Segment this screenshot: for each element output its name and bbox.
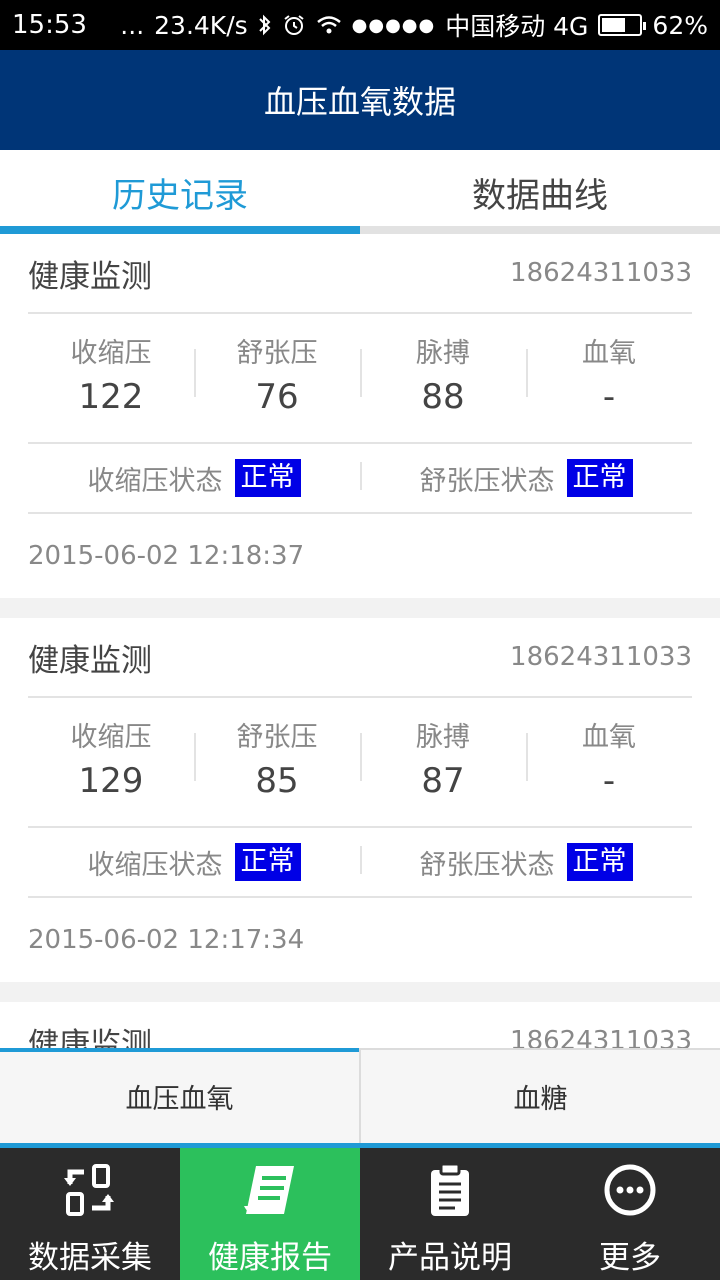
nav-label: 产品说明 [388, 1240, 512, 1276]
metric-value: 122 [78, 377, 144, 417]
nav-health-report[interactable]: 健康报告 [180, 1148, 360, 1280]
battery-icon [598, 14, 647, 36]
alarm-icon [282, 13, 306, 37]
record-phone: 18624311033 [510, 642, 692, 672]
metric-pulse: 脉搏 88 [360, 335, 526, 421]
data-collect-icon [60, 1160, 120, 1220]
metric-diastolic: 舒张压 76 [194, 335, 360, 421]
subtab-label: 血糖 [513, 1084, 568, 1115]
nav-label: 数据采集 [28, 1240, 152, 1276]
subtab-blood-pressure-oxygen[interactable]: 血压血氧 [0, 1048, 359, 1143]
metric-value: - [602, 377, 616, 417]
nav-product-manual[interactable]: 产品说明 [360, 1148, 540, 1280]
tab-history-label: 历史记录 [112, 175, 248, 216]
wifi-icon [316, 14, 342, 36]
record-title: 健康监测 [28, 1026, 152, 1049]
record-timestamp: 2015-06-02 12:18:37 [28, 541, 305, 571]
bluetooth-icon [258, 13, 272, 37]
metric-systolic: 收缩压 129 [28, 719, 194, 805]
systolic-status: 收缩压状态 正常 [28, 459, 360, 498]
record-card[interactable]: 健康监测 18624311033 [0, 1002, 720, 1048]
metric-label: 收缩压 [70, 722, 152, 753]
status-label: 收缩压状态 [87, 465, 223, 497]
metric-label: 舒张压 [236, 722, 318, 753]
record-header: 健康监测 18624311033 [28, 234, 692, 314]
status-badge: 正常 [566, 843, 633, 881]
metric-systolic: 收缩压 122 [28, 335, 194, 421]
subtab-label: 血压血氧 [125, 1084, 234, 1115]
product-manual-icon [420, 1160, 480, 1220]
metric-value: 85 [255, 761, 299, 801]
metric-value: - [602, 761, 616, 801]
nav-data-collect[interactable]: 数据采集 [0, 1148, 180, 1280]
status-label: 收缩压状态 [87, 849, 223, 881]
nav-more[interactable]: 更多 [540, 1148, 720, 1280]
metric-value: 88 [421, 377, 465, 417]
record-timestamp: 2015-06-02 12:17:34 [28, 925, 305, 955]
battery-fill [602, 18, 625, 32]
record-phone: 18624311033 [510, 258, 692, 288]
metric-oxygen: 血氧 - [526, 719, 692, 805]
record-metrics: 收缩压 129 舒张压 85 脉搏 87 血氧 - [28, 698, 692, 828]
diastolic-status: 舒张压状态 正常 [360, 459, 692, 498]
status-bar: 15:53 ... 23.4K/s ●●●●● 中国移动 4G 62% [0, 0, 720, 50]
more-icon [600, 1160, 660, 1220]
network-speed: 23.4K/s [154, 10, 248, 40]
status-badge: 正常 [566, 459, 633, 497]
record-status-row: 收缩压状态 正常 舒张压状态 正常 [28, 444, 692, 514]
status-time: 15:53 [12, 10, 87, 40]
top-tabs: 历史记录 数据曲线 [0, 150, 720, 234]
metric-value: 87 [421, 761, 465, 801]
carrier-name: 中国移动 4G [445, 12, 589, 41]
record-status-row: 收缩压状态 正常 舒张压状态 正常 [28, 828, 692, 898]
status-badge: 正常 [234, 459, 301, 497]
subtab-blood-sugar[interactable]: 血糖 [359, 1050, 720, 1143]
systolic-status: 收缩压状态 正常 [28, 843, 360, 882]
signal-strength: ●●●●● [351, 14, 436, 36]
metric-value: 76 [255, 377, 299, 417]
category-tabs: 血压血氧 血糖 [0, 1048, 720, 1148]
more-dots: ... [120, 10, 145, 40]
metric-pulse: 脉搏 87 [360, 719, 526, 805]
app-header: 血压血氧数据 [0, 50, 720, 150]
nav-label: 健康报告 [208, 1240, 332, 1276]
metric-label: 舒张压 [236, 338, 318, 369]
diastolic-status: 舒张压状态 正常 [360, 843, 692, 882]
page-title: 血压血氧数据 [263, 83, 456, 121]
metric-value: 129 [78, 761, 144, 801]
record-metrics: 收缩压 122 舒张压 76 脉搏 88 血氧 - [28, 314, 692, 444]
metric-label: 收缩压 [70, 338, 152, 369]
record-header: 健康监测 18624311033 [28, 618, 692, 698]
status-label: 舒张压状态 [419, 465, 555, 497]
nav-label: 更多 [599, 1240, 661, 1276]
battery-percent: 62% [652, 10, 708, 40]
metric-label: 脉搏 [416, 722, 470, 753]
metric-label: 脉搏 [416, 338, 470, 369]
status-label: 舒张压状态 [419, 849, 555, 881]
record-phone: 18624311033 [510, 1026, 692, 1048]
record-title: 健康监测 [28, 642, 152, 679]
status-indicators: ... 23.4K/s ●●●●● 中国移动 4G 62% [120, 7, 708, 43]
health-report-icon [240, 1160, 300, 1220]
bottom-navigation: 数据采集 健康报告 产品说明 更多 [0, 1148, 720, 1280]
record-header: 健康监测 18624311033 [28, 1002, 692, 1048]
record-card[interactable]: 健康监测 18624311033 收缩压 129 舒张压 85 脉搏 87 血氧… [0, 618, 720, 982]
record-list[interactable]: 健康监测 18624311033 收缩压 122 舒张压 76 脉搏 88 血氧… [0, 234, 720, 1048]
metric-diastolic: 舒张压 85 [194, 719, 360, 805]
tab-history[interactable]: 历史记录 [0, 150, 360, 234]
tab-chart-label: 数据曲线 [472, 175, 608, 216]
metric-oxygen: 血氧 - [526, 335, 692, 421]
record-card[interactable]: 健康监测 18624311033 收缩压 122 舒张压 76 脉搏 88 血氧… [0, 234, 720, 598]
metric-label: 血氧 [582, 338, 636, 369]
record-title: 健康监测 [28, 258, 152, 295]
tab-chart[interactable]: 数据曲线 [360, 150, 720, 234]
metric-label: 血氧 [582, 722, 636, 753]
status-badge: 正常 [234, 843, 301, 881]
